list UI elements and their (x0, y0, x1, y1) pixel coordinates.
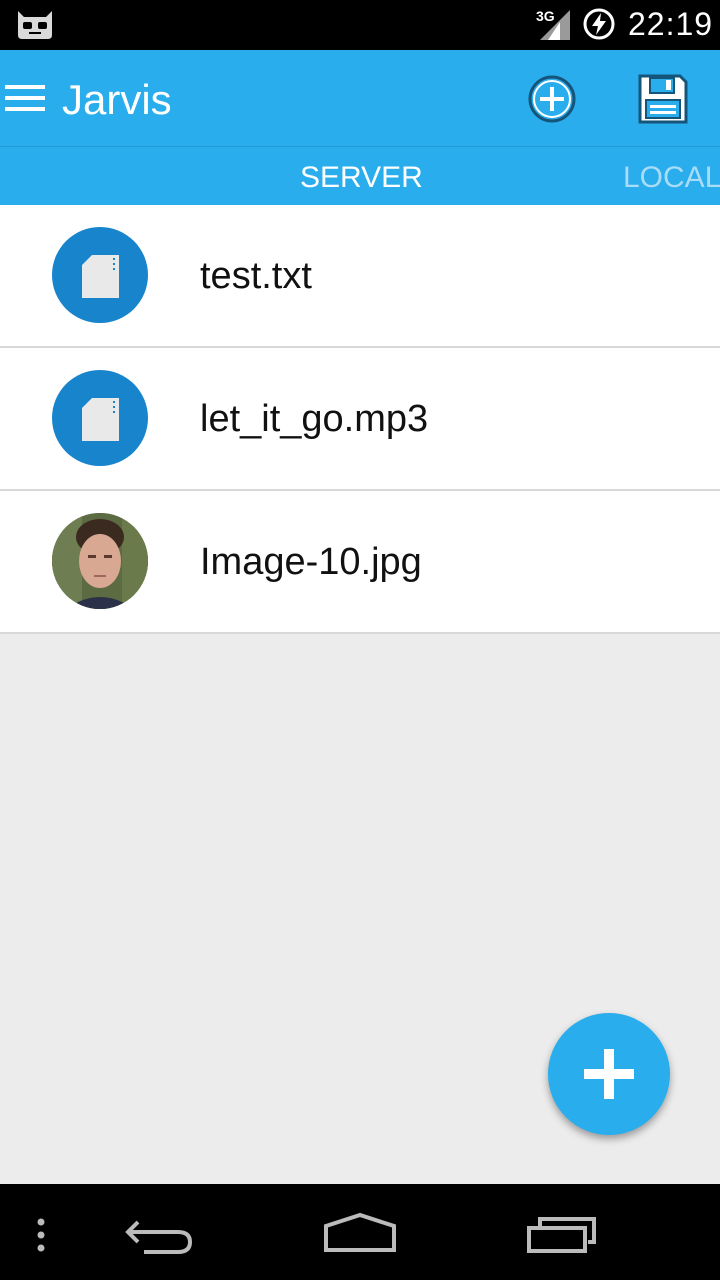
file-row[interactable]: Image-10.jpg (0, 491, 720, 634)
menu-icon[interactable] (5, 83, 45, 113)
tab-bar: SERVER LOCAL (0, 146, 720, 205)
cyanogenmod-robot-icon (18, 11, 52, 39)
app-bar: Jarvis (0, 50, 720, 146)
file-icon (52, 227, 148, 323)
navigation-bar (0, 1184, 720, 1280)
app-title: Jarvis (62, 76, 172, 123)
image-thumbnail (52, 513, 148, 609)
tab-server[interactable]: SERVER (300, 161, 423, 195)
file-name: test.txt (200, 255, 312, 297)
recents-icon[interactable] (526, 1216, 598, 1254)
file-row[interactable]: test.txt (0, 205, 720, 348)
add-file-fab[interactable] (548, 1013, 670, 1135)
status-time: 22:19 (628, 6, 714, 42)
plus-icon (584, 1049, 634, 1099)
save-icon[interactable] (636, 72, 690, 126)
battery-charging-icon (583, 8, 615, 40)
back-icon[interactable] (124, 1216, 196, 1256)
file-name: let_it_go.mp3 (200, 398, 429, 440)
file-icon (52, 370, 148, 466)
tab-local[interactable]: LOCAL (623, 161, 720, 195)
signal-icon: 3G (536, 8, 572, 42)
overflow-menu-icon[interactable] (34, 1218, 48, 1252)
file-name: Image-10.jpg (200, 541, 422, 583)
home-icon[interactable] (322, 1212, 398, 1254)
status-bar: 3G 22:19 (0, 0, 720, 50)
file-row[interactable]: let_it_go.mp3 (0, 348, 720, 491)
add-circle-icon[interactable] (526, 73, 578, 125)
file-list: test.txt let_it_go.mp3 Image-10.jpg (0, 205, 720, 634)
